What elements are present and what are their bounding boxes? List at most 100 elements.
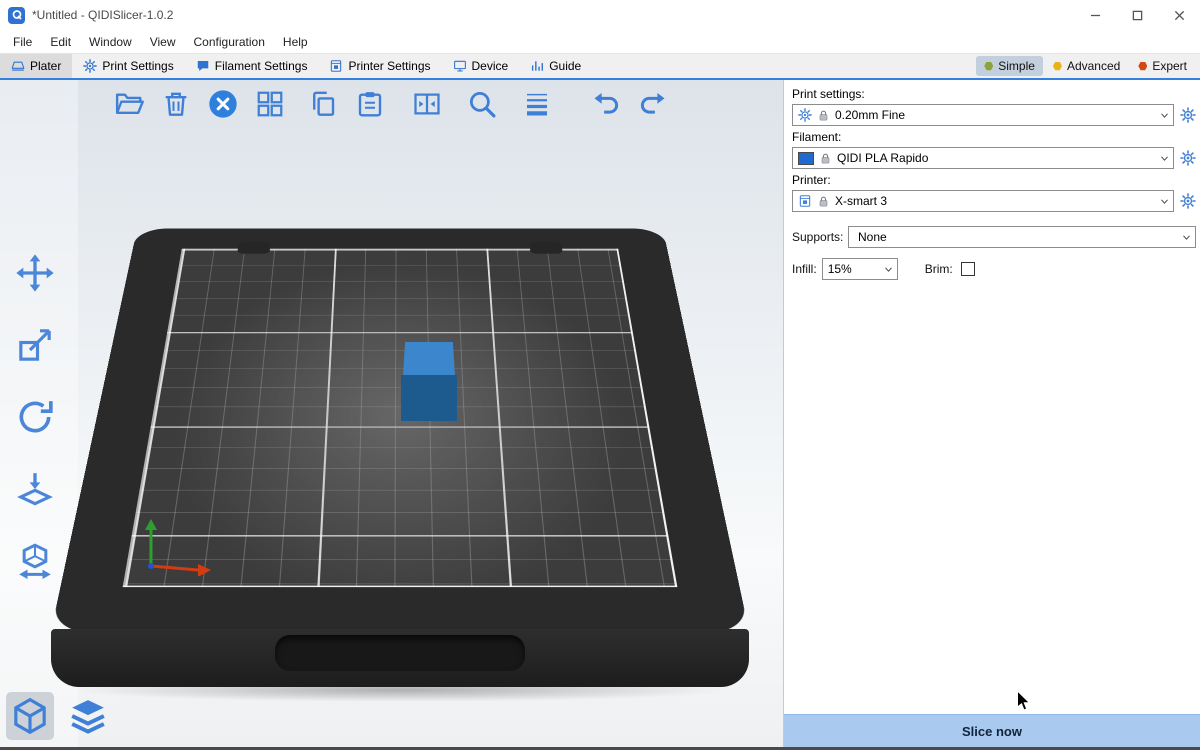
minimize-button[interactable]: [1074, 0, 1116, 30]
bed-front-face: [51, 629, 749, 687]
move-button[interactable]: [12, 250, 58, 296]
window-title: *Untitled - QIDISlicer-1.0.2: [32, 8, 173, 22]
view-switcher: [6, 692, 112, 740]
printer-select[interactable]: X-smart 3: [792, 190, 1174, 212]
mode-label: Expert: [1152, 59, 1187, 73]
slice-now-button[interactable]: Slice now: [784, 714, 1200, 747]
mode-simple[interactable]: Simple: [976, 56, 1043, 76]
print-profile-select[interactable]: 0.20mm Fine: [792, 104, 1174, 126]
delete-all-button[interactable]: [206, 87, 240, 121]
close-button[interactable]: [1158, 0, 1200, 30]
menu-configuration[interactable]: Configuration: [185, 35, 274, 49]
lock-icon: [819, 152, 832, 165]
measure-icon: [15, 541, 55, 581]
tab-device[interactable]: Device: [442, 54, 520, 78]
place-on-face-button[interactable]: [12, 466, 58, 512]
open-button[interactable]: [112, 87, 146, 121]
infill-value: 15%: [828, 262, 875, 276]
bed-clip-left: [237, 242, 270, 254]
mode-switcher: Simple Advanced Expert: [976, 54, 1200, 78]
guide-icon: [530, 59, 544, 73]
tab-label: Guide: [549, 59, 581, 73]
printer-settings-icon: [329, 59, 343, 73]
device-monitor-icon: [453, 59, 467, 73]
menubar: File Edit Window View Configuration Help: [0, 30, 1200, 53]
preview-layers-icon: [68, 696, 108, 736]
print-profile-value: 0.20mm Fine: [835, 108, 1151, 122]
gear-icon: [1180, 193, 1196, 209]
tab-filament-settings[interactable]: Filament Settings: [185, 54, 319, 78]
tab-plater[interactable]: Plater: [0, 54, 72, 78]
filament-value: QIDI PLA Rapido: [837, 151, 1151, 165]
supports-label: Supports:: [792, 230, 848, 244]
gear-icon: [1180, 150, 1196, 166]
search-button[interactable]: [465, 87, 499, 121]
menu-help[interactable]: Help: [274, 35, 317, 49]
chevron-down-icon: [1178, 227, 1195, 247]
split-icon: [412, 89, 442, 119]
model-object-cube-front[interactable]: [401, 375, 457, 421]
menu-edit[interactable]: Edit: [41, 35, 80, 49]
origin-axes: [140, 516, 220, 576]
model-object-cube-top[interactable]: [403, 342, 455, 376]
edit-printer-button[interactable]: [1179, 193, 1196, 210]
lock-icon: [817, 195, 830, 208]
infill-select[interactable]: 15%: [822, 258, 898, 280]
bed-clip-right: [529, 242, 562, 254]
tab-label: Print Settings: [102, 59, 173, 73]
delete-all-icon: [208, 89, 238, 119]
tab-print-settings[interactable]: Print Settings: [72, 54, 184, 78]
tab-label: Printer Settings: [348, 59, 430, 73]
mode-expert[interactable]: Expert: [1130, 56, 1195, 76]
lock-icon: [817, 109, 830, 122]
tab-guide[interactable]: Guide: [519, 54, 592, 78]
settings-sidebar: Print settings: 0.20mm Fine Filament: QI…: [783, 80, 1200, 747]
filament-color-swatch: [798, 152, 814, 165]
copy-button[interactable]: [306, 87, 340, 121]
viewport-3d[interactable]: [0, 80, 783, 747]
filament-select[interactable]: QIDI PLA Rapido: [792, 147, 1174, 169]
preview-view-button[interactable]: [64, 692, 112, 740]
delete-button[interactable]: [159, 87, 193, 121]
filament-label: Filament:: [792, 130, 1192, 144]
menu-file[interactable]: File: [4, 35, 41, 49]
bed-handle: [275, 635, 525, 671]
copy-icon: [308, 89, 338, 119]
rotate-button[interactable]: [12, 394, 58, 440]
gear-icon: [798, 108, 812, 122]
mode-advanced[interactable]: Advanced: [1045, 56, 1128, 76]
paste-button[interactable]: [353, 87, 387, 121]
print-settings-gear-icon: [83, 59, 97, 73]
supports-select[interactable]: None: [848, 226, 1196, 248]
move-icon: [15, 253, 55, 293]
brim-checkbox[interactable]: [961, 262, 975, 276]
menu-view[interactable]: View: [141, 35, 185, 49]
edit-print-settings-button[interactable]: [1179, 107, 1196, 124]
variable-layer-height-icon: [522, 89, 552, 119]
expert-mode-dot-icon: [1138, 62, 1147, 71]
undo-button[interactable]: [589, 87, 623, 121]
redo-button[interactable]: [636, 87, 670, 121]
printer-icon: [798, 194, 812, 208]
scale-icon: [15, 325, 55, 365]
trash-icon: [161, 89, 191, 119]
maximize-button[interactable]: [1116, 0, 1158, 30]
measure-button[interactable]: [12, 538, 58, 584]
chevron-down-icon: [1156, 148, 1173, 168]
split-button[interactable]: [410, 87, 444, 121]
arrange-button[interactable]: [253, 87, 287, 121]
variable-layer-height-button[interactable]: [520, 87, 554, 121]
tab-printer-settings[interactable]: Printer Settings: [318, 54, 441, 78]
printer-label: Printer:: [792, 173, 1192, 187]
tab-label: Device: [472, 59, 509, 73]
tab-label: Filament Settings: [215, 59, 308, 73]
mode-label: Simple: [998, 59, 1035, 73]
scale-button[interactable]: [12, 322, 58, 368]
editor-view-button[interactable]: [6, 692, 54, 740]
infill-label: Infill:: [792, 262, 817, 276]
window-controls: [1074, 0, 1200, 30]
menu-window[interactable]: Window: [80, 35, 141, 49]
edit-filament-button[interactable]: [1179, 150, 1196, 167]
app-window: *Untitled - QIDISlicer-1.0.2 File Edit W…: [0, 0, 1200, 750]
folder-open-icon: [114, 89, 144, 119]
